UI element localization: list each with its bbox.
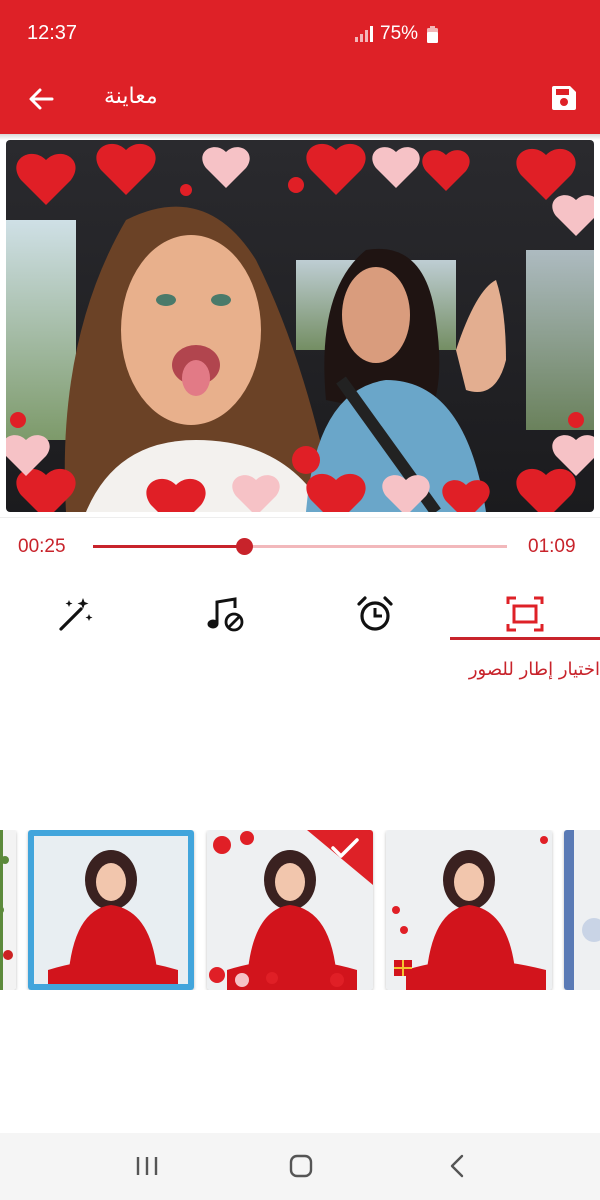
frame-list[interactable] bbox=[0, 830, 600, 990]
battery-level: 75% bbox=[380, 23, 419, 44]
seek-bar[interactable] bbox=[93, 538, 507, 555]
magic-wand-icon bbox=[59, 598, 93, 631]
frame-option[interactable] bbox=[564, 830, 600, 990]
back-nav-icon[interactable] bbox=[444, 1151, 474, 1181]
back-arrow-icon[interactable] bbox=[26, 84, 56, 114]
seek-thumb[interactable] bbox=[236, 538, 254, 555]
recent-apps-icon[interactable] bbox=[132, 1151, 162, 1181]
tab-duration[interactable] bbox=[300, 588, 450, 644]
app-bar: معاينة bbox=[0, 68, 600, 134]
alarm-clock-icon bbox=[357, 596, 393, 631]
total-time: 01:09 bbox=[528, 536, 576, 557]
video-preview[interactable] bbox=[6, 140, 594, 512]
status-bar: 12:37 75% bbox=[0, 0, 600, 68]
active-tool-label: اختيار إطار للصور bbox=[468, 659, 600, 680]
tab-frame[interactable] bbox=[450, 588, 600, 644]
frame-icon bbox=[506, 596, 544, 632]
frame-option[interactable] bbox=[28, 830, 194, 990]
tab-music[interactable] bbox=[150, 588, 300, 644]
frame-option[interactable] bbox=[0, 830, 16, 990]
seek-progress bbox=[93, 545, 245, 548]
frame-option-selected[interactable] bbox=[207, 830, 373, 990]
frame-option[interactable] bbox=[386, 830, 552, 990]
signal-icon bbox=[355, 26, 373, 42]
music-note-icon bbox=[207, 597, 244, 632]
page-title: معاينة bbox=[104, 84, 158, 109]
home-icon[interactable] bbox=[286, 1151, 316, 1181]
status-time: 12:37 bbox=[27, 22, 78, 44]
system-nav-bar bbox=[0, 1133, 600, 1200]
tab-effects[interactable] bbox=[0, 588, 150, 644]
preview-image bbox=[6, 140, 594, 512]
current-time: 00:25 bbox=[18, 536, 66, 557]
save-icon[interactable] bbox=[549, 83, 579, 113]
battery-icon bbox=[427, 26, 438, 43]
divider bbox=[0, 517, 600, 518]
